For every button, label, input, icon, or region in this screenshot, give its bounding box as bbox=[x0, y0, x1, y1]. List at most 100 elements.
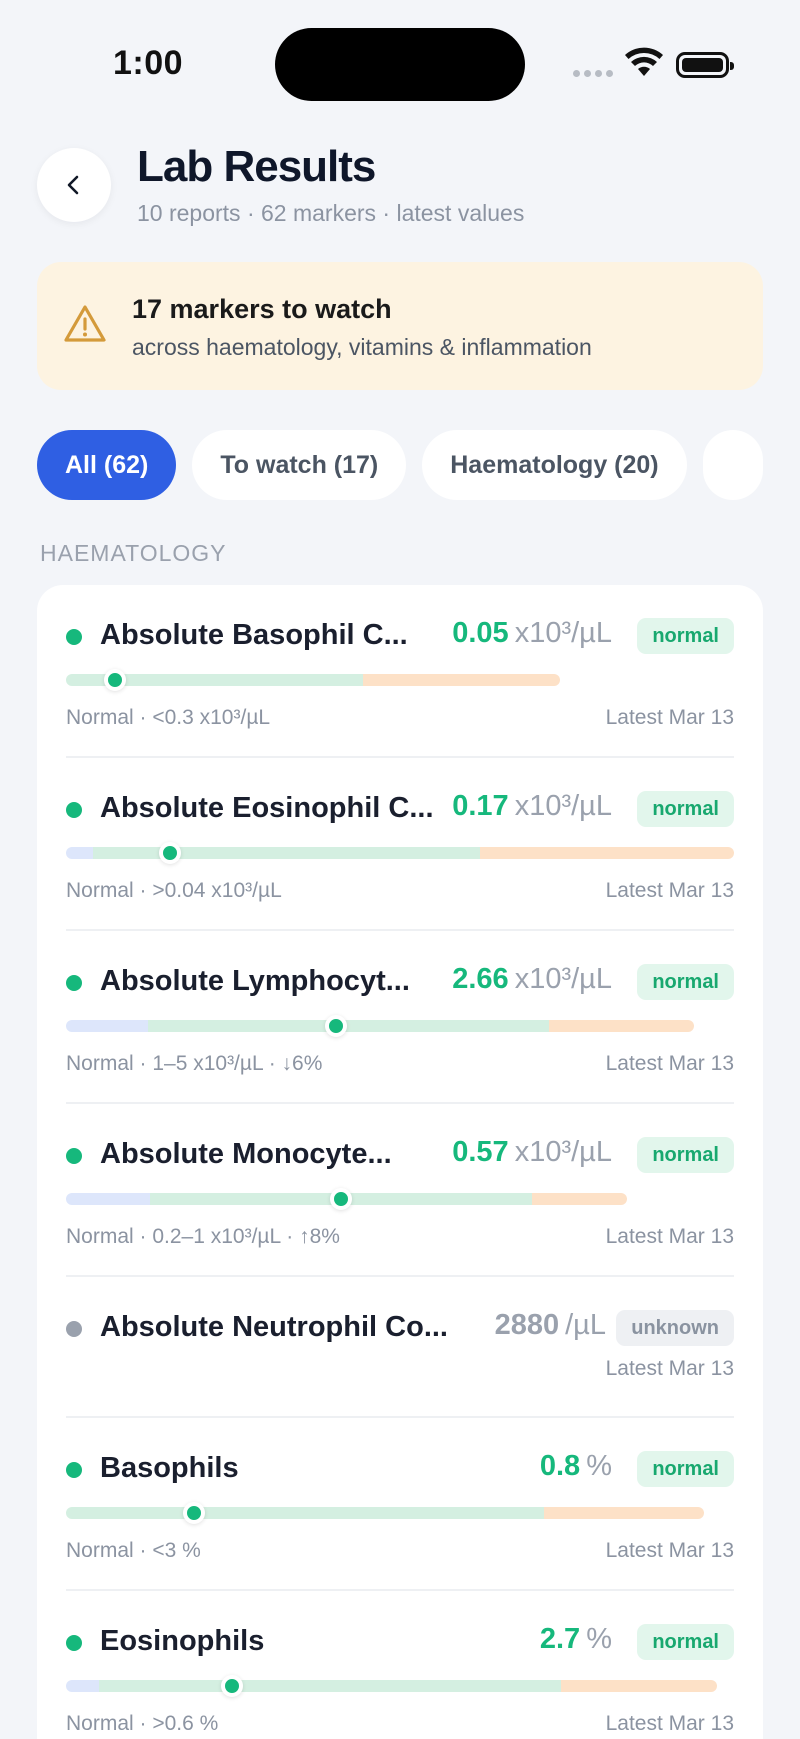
range-segment-low bbox=[66, 847, 93, 859]
value-unit: % bbox=[586, 1450, 612, 1482]
range-segment-high bbox=[480, 847, 734, 859]
value-number: 2.66 bbox=[452, 963, 509, 995]
range-segment-low bbox=[66, 1193, 151, 1205]
status-bar: 1:00 bbox=[0, 0, 800, 130]
warning-triangle-icon bbox=[64, 305, 106, 342]
filter-chip[interactable]: To watch (17) bbox=[192, 430, 407, 500]
value-marker bbox=[158, 842, 181, 864]
range-segment-high bbox=[560, 1680, 718, 1692]
marker-name: Absolute Neutrophil Co... bbox=[100, 1311, 448, 1343]
latest-date-label: Latest Mar 13 bbox=[605, 1225, 734, 1248]
status-badge: normal bbox=[637, 618, 734, 654]
status-badge: normal bbox=[637, 791, 734, 827]
range-segment-high bbox=[531, 1193, 628, 1205]
reference-range-label: Normal · >0.04 x10³/µL bbox=[66, 879, 282, 902]
marker-name: Absolute Monocyte... bbox=[100, 1138, 392, 1170]
latest-date-label: Latest Mar 13 bbox=[605, 1052, 734, 1075]
reference-range-label: Normal · <0.3 x10³/µL bbox=[66, 706, 271, 729]
value-marker bbox=[182, 1502, 205, 1524]
page-subtitle: 10 reports · 62 markers · latest values bbox=[137, 200, 525, 226]
status-dot bbox=[66, 802, 82, 818]
value-number: 2.7 bbox=[539, 1623, 581, 1655]
marker-row[interactable]: normal 0.8% Basophils Normal · <3 % Latest M… bbox=[66, 1418, 734, 1591]
filter-chip[interactable]: Haematology (20) bbox=[422, 430, 687, 500]
range-segment-high bbox=[544, 1507, 704, 1519]
value-unit: x10³/µL bbox=[514, 617, 612, 649]
status-dot bbox=[66, 1148, 82, 1164]
value-marker bbox=[329, 1188, 352, 1210]
value-unit: % bbox=[586, 1623, 612, 1655]
wifi-icon bbox=[625, 47, 663, 76]
latest-date-label: Latest Mar 13 bbox=[605, 879, 734, 902]
value-number: 0.17 bbox=[452, 790, 509, 822]
marker-value: 2.66 x10³/µL bbox=[452, 963, 612, 996]
marker-name: Absolute Basophil C... bbox=[100, 619, 408, 651]
cellular-signal-icon bbox=[573, 70, 613, 77]
status-dot bbox=[66, 1462, 82, 1478]
status-time: 1:00 bbox=[113, 44, 184, 82]
value-marker bbox=[221, 1675, 244, 1697]
watch-alert-banner[interactable]: 17 markers to watch across haematology, … bbox=[37, 262, 763, 390]
range-segment-high bbox=[362, 674, 561, 686]
value-marker bbox=[104, 669, 127, 691]
latest-date-label: Latest Mar 13 bbox=[605, 1539, 734, 1562]
filter-chip[interactable]: All (62) bbox=[37, 430, 177, 500]
value-marker bbox=[325, 1015, 347, 1037]
reference-range-label: Normal · 1–5 x10³/µL · ↓6% bbox=[66, 1052, 323, 1075]
filter-chips: All (62) To watch (17) Haematology (20) bbox=[37, 430, 763, 500]
section-label: HAEMATOLOGY bbox=[40, 540, 227, 566]
range-bar bbox=[66, 674, 561, 686]
range-segment-norm bbox=[92, 847, 481, 859]
marker-name: Absolute Eosinophil C... bbox=[100, 792, 434, 824]
range-segment-norm bbox=[98, 1680, 561, 1692]
marker-name: Absolute Lymphocyt... bbox=[100, 965, 410, 997]
marker-row[interactable]: unknown 2880/µL Absolute Neutrophil Co... L… bbox=[66, 1277, 734, 1418]
battery-icon bbox=[676, 52, 734, 78]
marker-value: 2880/µL bbox=[495, 1309, 606, 1342]
marker-value: 0.57 x10³/µL bbox=[452, 1136, 612, 1169]
reference-range-label: Normal · >0.6 % bbox=[66, 1712, 219, 1735]
alert-description: across haematology, vitamins & inflammat… bbox=[132, 334, 592, 360]
range-segment-high bbox=[549, 1020, 694, 1032]
alert-title: 17 markers to watch bbox=[132, 294, 392, 324]
range-segment-low bbox=[66, 1680, 99, 1692]
marker-row[interactable]: normal 0.17 x10³/µL Absolute Eosinophil C..… bbox=[66, 758, 734, 931]
marker-value: 2.7% bbox=[540, 1623, 612, 1656]
value-number: 2880 bbox=[494, 1309, 560, 1341]
value-unit: x10³/µL bbox=[514, 963, 612, 995]
range-bar bbox=[66, 1680, 718, 1692]
marker-row[interactable]: normal 0.57 x10³/µL Absolute Monocyte... Nor… bbox=[66, 1104, 734, 1277]
range-segment-norm bbox=[147, 1020, 550, 1032]
status-badge: normal bbox=[637, 1624, 734, 1660]
value-number: 0.05 bbox=[452, 617, 509, 649]
filter-chip-overflow[interactable] bbox=[702, 430, 763, 500]
value-unit: x10³/µL bbox=[514, 790, 612, 822]
value-number: 0.57 bbox=[452, 1136, 509, 1168]
latest-date-label: Latest Mar 13 bbox=[605, 1712, 734, 1735]
range-segment-low bbox=[66, 1020, 148, 1032]
status-dot bbox=[66, 975, 82, 991]
value-unit: /µL bbox=[565, 1309, 606, 1341]
reference-range-label: Normal · 0.2–1 x10³/µL · ↑8% bbox=[66, 1225, 340, 1248]
status-dot bbox=[66, 1321, 82, 1337]
marker-value: 0.17 x10³/µL bbox=[452, 790, 612, 823]
status-dot bbox=[66, 629, 82, 645]
value-unit: x10³/µL bbox=[514, 1136, 612, 1168]
marker-name: Eosinophils bbox=[100, 1625, 265, 1657]
marker-list-card: normal 0.05 x10³/µL Absolute Basophil C... N… bbox=[37, 585, 763, 1739]
marker-row[interactable]: normal 2.66 x10³/µL Absolute Lymphocyt... No… bbox=[66, 931, 734, 1104]
latest-date-label: Latest Mar 13 bbox=[605, 706, 734, 729]
marker-row[interactable]: normal 0.05 x10³/µL Absolute Basophil C... N… bbox=[66, 585, 734, 758]
status-badge: normal bbox=[637, 964, 734, 1000]
marker-row[interactable]: normal 2.7% Eosinophils Normal · >0.6 % Late… bbox=[66, 1591, 734, 1739]
marker-value: 0.05 x10³/µL bbox=[452, 617, 612, 650]
back-button[interactable] bbox=[37, 148, 111, 222]
range-segment-norm bbox=[66, 1507, 545, 1519]
range-bar bbox=[66, 1020, 694, 1032]
marker-value: 0.8% bbox=[540, 1450, 612, 1483]
dynamic-island bbox=[275, 28, 525, 101]
latest-date-label: Latest Mar 13 bbox=[605, 1357, 734, 1380]
page-title: Lab Results bbox=[137, 142, 376, 191]
status-badge: normal bbox=[637, 1451, 734, 1487]
status-badge: unknown bbox=[616, 1310, 734, 1346]
